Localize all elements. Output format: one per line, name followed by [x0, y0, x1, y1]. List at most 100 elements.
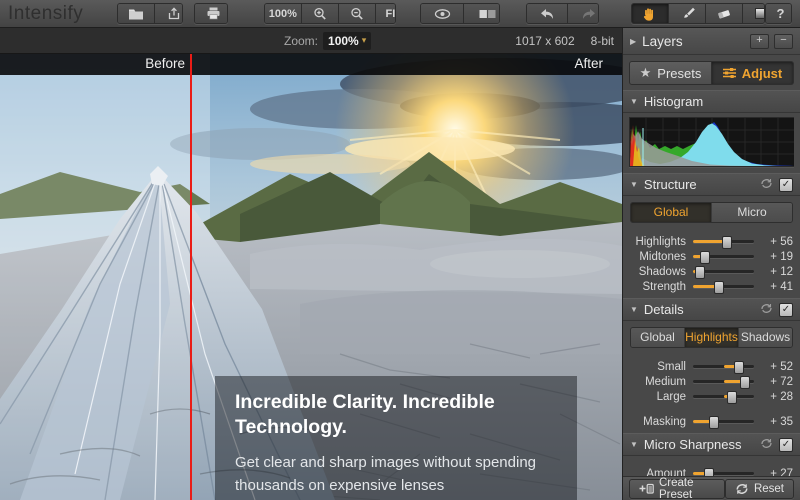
history-button-group [526, 3, 599, 24]
slider-handle[interactable] [722, 236, 732, 249]
reset-icon [735, 483, 749, 495]
histogram-header[interactable]: ▼ Histogram [623, 90, 800, 113]
brush-tool-button[interactable] [668, 4, 705, 23]
adjust-panel: ▶ Layers + − ★ Presets Adjust ▼ Histogra… [622, 28, 800, 500]
zoom-level-label: 100% [269, 8, 297, 20]
structure-tabs: Global Micro [630, 202, 793, 223]
slider-handle[interactable] [740, 376, 750, 389]
gradient-tool-button[interactable] [742, 4, 765, 23]
slider-label: Medium [626, 376, 686, 388]
print-button[interactable] [195, 4, 228, 23]
slider-handle[interactable] [734, 361, 744, 374]
section-reset-icon[interactable] [760, 176, 773, 194]
remove-layer-button[interactable]: − [774, 34, 793, 49]
micro-sharpness-enabled-checkbox[interactable]: ✓ [779, 438, 793, 452]
slider-row-highlights: Highlights + 56 [626, 234, 793, 249]
slider-track[interactable] [693, 240, 754, 243]
add-layer-button[interactable]: + [750, 34, 769, 49]
slider-row-large: Large + 28 [626, 389, 793, 404]
zoom-out-button[interactable] [338, 4, 375, 23]
split-compare-icon [479, 9, 496, 19]
bit-depth: 8-bit [591, 34, 614, 48]
adjust-label: Adjust [742, 66, 782, 81]
slider-track[interactable] [693, 365, 754, 368]
add-preset-icon [639, 483, 654, 495]
tab-micro[interactable]: Micro [711, 203, 792, 222]
slider-row-medium: Medium + 72 [626, 374, 793, 389]
slider-label: Large [626, 391, 686, 403]
redo-button[interactable] [567, 4, 599, 23]
hand-tool-button[interactable] [632, 4, 668, 23]
slider-handle[interactable] [709, 416, 719, 429]
export-button[interactable] [154, 4, 183, 23]
status-bar: Zoom: 100% ▾ 1017 x 602 8-bit [0, 28, 622, 54]
slider-track[interactable] [693, 255, 754, 258]
before-after-divider[interactable] [190, 54, 192, 500]
image-canvas[interactable]: Before After Incredible Clarity. Incredi… [0, 54, 622, 500]
structure-header[interactable]: ▼ Structure ✓ [623, 173, 800, 196]
sliders-icon [723, 67, 736, 79]
slider-track[interactable] [693, 472, 754, 475]
slider-handle[interactable] [714, 281, 724, 294]
help-button[interactable]: ? [766, 4, 792, 23]
zoom-button-group: 100% FIT [264, 3, 397, 24]
compare-split-button[interactable] [463, 4, 500, 23]
brush-tool-icon [680, 7, 695, 21]
layers-header[interactable]: ▶ Layers + − [623, 28, 800, 55]
slider-row-midtones: Midtones + 19 [626, 249, 793, 264]
export-icon [166, 7, 181, 20]
tab-shadows[interactable]: Shadows [738, 328, 792, 347]
overlay-subtitle: Get clear and sharp images without spend… [235, 451, 557, 498]
preview-toggle-button[interactable] [421, 4, 463, 23]
tools-button-group [631, 3, 765, 24]
eraser-tool-button[interactable] [705, 4, 742, 23]
collapse-down-icon: ▼ [630, 97, 638, 106]
help-icon: ? [777, 6, 785, 21]
slider-label: Highlights [626, 236, 686, 248]
slider-track[interactable] [693, 420, 754, 423]
eraser-tool-icon [716, 7, 732, 20]
slider-label: Shadows [626, 266, 686, 278]
slider-track[interactable] [693, 380, 754, 383]
presets-tab[interactable]: ★ Presets [629, 61, 712, 85]
zoom-dropdown[interactable]: 100% ▾ [323, 32, 371, 50]
tab-highlights[interactable]: Highlights [684, 328, 738, 347]
intensify-window: Intensify 100% [0, 0, 800, 500]
structure-title: Structure [644, 177, 697, 192]
histogram-display [629, 117, 794, 167]
slider-handle[interactable] [695, 266, 705, 279]
slider-handle[interactable] [727, 391, 737, 404]
adjust-tab[interactable]: Adjust [712, 61, 794, 85]
details-header[interactable]: ▼ Details ✓ [623, 298, 800, 321]
slider-track[interactable] [693, 395, 754, 398]
slider-track[interactable] [693, 270, 754, 273]
tab-global[interactable]: Global [631, 328, 684, 347]
zoom-in-button[interactable] [301, 4, 338, 23]
fit-button[interactable]: FIT [375, 4, 397, 23]
create-preset-label: Create Preset [659, 477, 715, 500]
micro-sharpness-header[interactable]: ▼ Micro Sharpness ✓ [623, 433, 800, 456]
collapse-down-icon: ▼ [630, 305, 638, 314]
undo-button[interactable] [527, 4, 567, 23]
after-label: After [574, 56, 603, 71]
section-reset-icon[interactable] [760, 301, 773, 319]
marketing-overlay: Incredible Clarity. Incredible Technolog… [215, 376, 577, 500]
details-title: Details [644, 302, 684, 317]
slider-track[interactable] [693, 285, 754, 288]
tab-global[interactable]: Global [631, 203, 711, 222]
structure-enabled-checkbox[interactable]: ✓ [779, 178, 793, 192]
slider-row-small: Small + 52 [626, 359, 793, 374]
app-title: Intensify [0, 3, 111, 25]
slider-handle[interactable] [700, 251, 710, 264]
zoom-level-button[interactable]: 100% [265, 4, 301, 23]
zoom-in-icon [313, 7, 327, 21]
section-reset-icon[interactable] [760, 436, 773, 454]
overlay-headline: Incredible Clarity. Incredible Technolog… [235, 390, 557, 441]
create-preset-button[interactable]: Create Preset [629, 479, 725, 499]
open-file-button[interactable] [118, 4, 154, 23]
details-enabled-checkbox[interactable]: ✓ [779, 303, 793, 317]
reset-button[interactable]: Reset [725, 479, 794, 499]
file-button-group [117, 3, 183, 24]
slider-row-shadows: Shadows + 12 [626, 264, 793, 279]
print-button-group [194, 3, 228, 24]
